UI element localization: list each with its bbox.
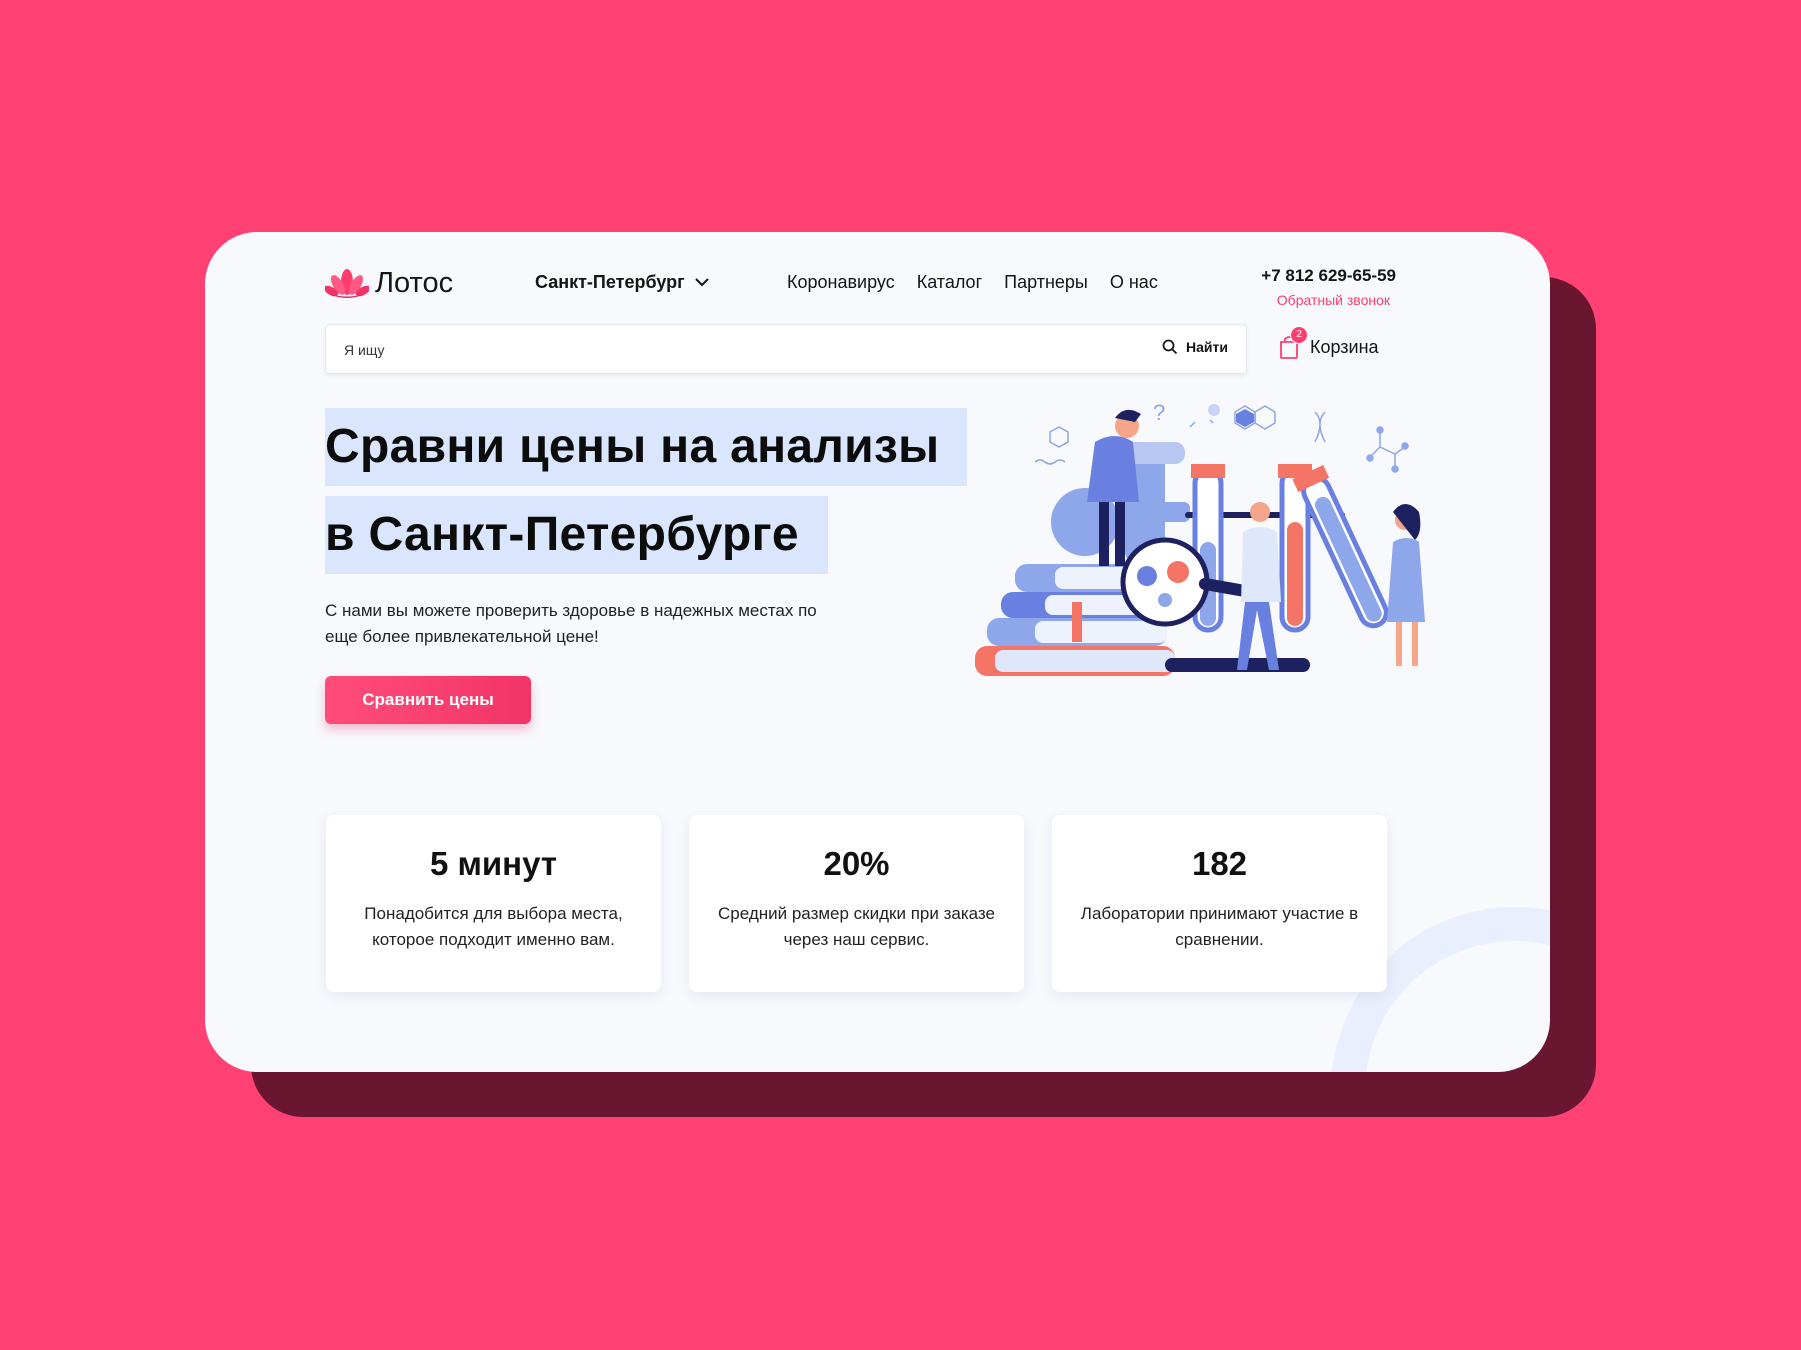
logo-text: Лотос: [375, 266, 454, 299]
stat-text: Средний размер скидки при заказе через н…: [718, 904, 995, 949]
phone-number[interactable]: +7 812 629-65-59: [1261, 266, 1396, 286]
cart-icon-wrap: 2: [1278, 326, 1308, 360]
hero-title-line-1: Сравни цены на анализы: [325, 408, 967, 486]
main-nav: Коронавирус Каталог Партнеры О нас: [787, 272, 1158, 293]
chevron-down-icon: [694, 278, 709, 287]
svg-text:?: ?: [1153, 400, 1165, 425]
logo[interactable]: Лотос: [325, 266, 453, 300]
nav-item-catalog[interactable]: Каталог: [917, 272, 982, 293]
compare-prices-button[interactable]: Сравнить цены: [325, 676, 531, 724]
search-button-label: Найти: [1186, 339, 1228, 355]
stat-card: 20% Средний размер скидки при заказе чер…: [689, 815, 1024, 992]
nav-item-partners[interactable]: Партнеры: [1004, 272, 1088, 293]
callback-link[interactable]: Обратный звонок: [1277, 292, 1390, 308]
search-icon: [1162, 339, 1178, 355]
stat-value: 20%: [823, 845, 890, 882]
search-bar: Найти: [325, 324, 1247, 374]
nav-item-about[interactable]: О нас: [1110, 272, 1158, 293]
cart-button[interactable]: 2 Корзина: [1278, 326, 1379, 360]
stat-card: 5 минут Понадобится для выбора места, ко…: [326, 815, 661, 992]
search-input[interactable]: [342, 337, 1106, 363]
stat-text: Лаборатории принимают участие в сравнени…: [1080, 904, 1359, 949]
stat-card: 182 Лаборатории принимают участие в срав…: [1052, 815, 1387, 992]
hero-title-line-2: в Санкт-Петербурге: [325, 496, 828, 574]
stat-text: Понадобится для выбора места, которое по…: [364, 904, 623, 949]
laboratory-illustration: ?: [975, 400, 1425, 676]
stat-value: 5 минут: [429, 845, 558, 882]
landing-card: Лотос Санкт-Петербург Коронавирус Катало…: [205, 232, 1550, 1072]
city-selector[interactable]: Санкт-Петербург: [535, 272, 709, 293]
cart-label: Корзина: [1310, 336, 1379, 357]
stat-value: 182: [1191, 845, 1248, 882]
cart-count-badge: 2: [1290, 326, 1308, 344]
search-button[interactable]: Найти: [1162, 339, 1228, 355]
lotus-icon: [325, 269, 369, 298]
hero-description: С нами вы можете проверить здоровье в на…: [325, 601, 817, 646]
city-label: Санкт-Петербург: [535, 272, 685, 292]
nav-item-coronavirus[interactable]: Коронавирус: [787, 272, 895, 293]
